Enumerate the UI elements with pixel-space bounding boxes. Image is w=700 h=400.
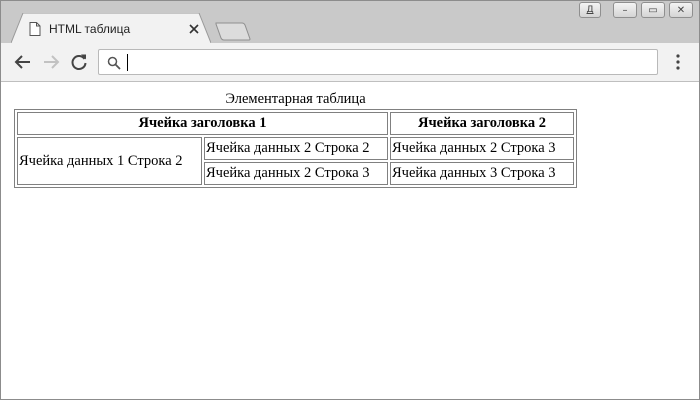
tab-strip: HTML таблица Д – ▭ ✕ bbox=[1, 1, 699, 43]
minimize-button[interactable]: – bbox=[613, 2, 637, 18]
header-cell-2: Ячейка заголовка 2 bbox=[390, 112, 574, 135]
reload-icon[interactable] bbox=[69, 52, 89, 72]
page-content: Элементарная таблица Ячейка заголовка 1 … bbox=[1, 82, 699, 399]
menu-dots-icon[interactable] bbox=[671, 53, 685, 71]
page-icon bbox=[29, 22, 41, 36]
close-window-button[interactable]: ✕ bbox=[669, 2, 693, 18]
text-caret bbox=[127, 54, 128, 71]
table-cell: Ячейка данных 1 Строка 2 bbox=[17, 137, 202, 185]
address-input[interactable] bbox=[125, 52, 645, 72]
back-arrow-icon[interactable] bbox=[13, 52, 33, 72]
table-header-row: Ячейка заголовка 1 Ячейка заголовка 2 bbox=[17, 112, 574, 135]
table-cell: Ячейка данных 2 Строка 3 bbox=[204, 162, 388, 185]
table-caption: Элементарная таблица bbox=[225, 91, 366, 107]
table-cell: Ячейка данных 2 Строка 3 bbox=[390, 137, 574, 160]
header-cell-1: Ячейка заголовка 1 bbox=[17, 112, 388, 135]
search-icon bbox=[107, 56, 121, 70]
table-cell: Ячейка данных 3 Строка 3 bbox=[390, 162, 574, 185]
browser-window: HTML таблица Д – ▭ ✕ Элементарная таблиц… bbox=[0, 0, 700, 400]
new-tab-button[interactable] bbox=[215, 22, 251, 41]
forward-arrow-icon[interactable] bbox=[41, 52, 61, 72]
browser-toolbar bbox=[1, 43, 699, 82]
table-cell: Ячейка данных 2 Строка 2 bbox=[204, 137, 388, 160]
close-tab-icon[interactable] bbox=[188, 23, 200, 35]
tab-title: HTML таблица bbox=[49, 22, 131, 36]
profile-button[interactable]: Д bbox=[579, 2, 601, 18]
data-table: Элементарная таблица Ячейка заголовка 1 … bbox=[14, 90, 577, 188]
window-controls: Д – ▭ ✕ bbox=[579, 2, 693, 20]
address-bar[interactable] bbox=[98, 49, 658, 75]
table-row: Ячейка данных 1 Строка 2 Ячейка данных 2… bbox=[17, 137, 574, 185]
restore-button[interactable]: ▭ bbox=[641, 2, 665, 18]
